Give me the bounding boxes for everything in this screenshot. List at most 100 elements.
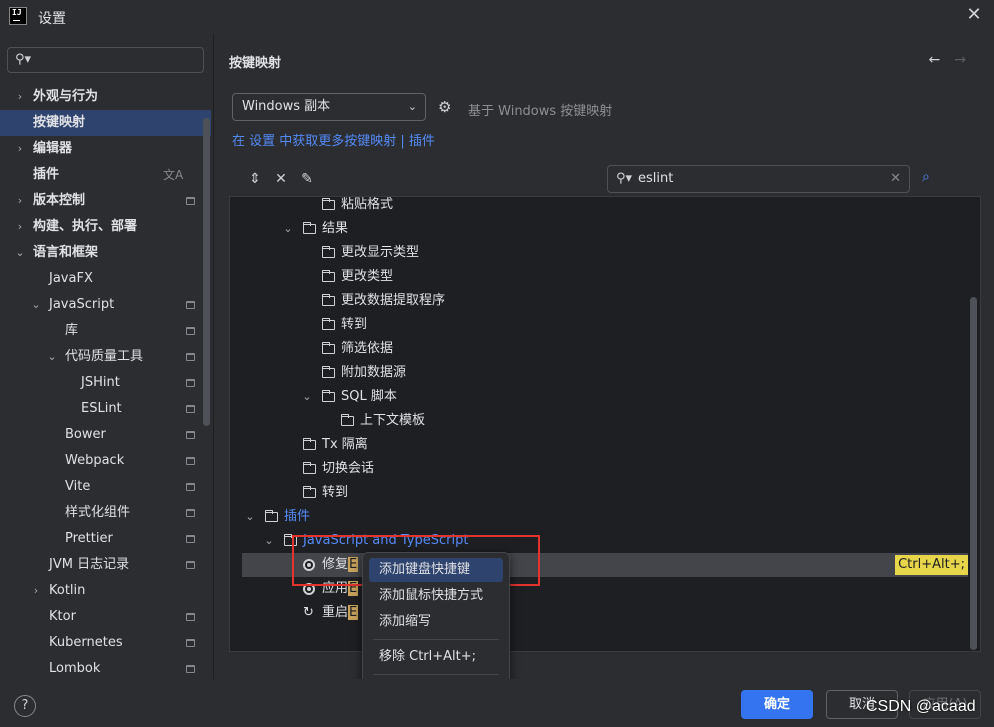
- action-tree-row[interactable]: 更改数据提取程序: [230, 289, 970, 313]
- keymap-filter-input[interactable]: ⚲▾ eslint ✕: [607, 165, 910, 193]
- get-more-keymaps-link[interactable]: 在 设置 中获取更多按键映射 | 插件: [232, 130, 435, 149]
- chevron-right-icon[interactable]: ›: [30, 578, 42, 604]
- settings-search-input[interactable]: ⚲▾: [7, 47, 204, 73]
- collapse-all-icon[interactable]: ✕: [268, 171, 294, 187]
- project-scope-icon: [186, 483, 195, 491]
- chevron-down-icon[interactable]: ⌄: [282, 217, 294, 241]
- sidebar-item[interactable]: JSHint: [0, 370, 211, 396]
- action-tree-row[interactable]: 更改类型: [230, 265, 970, 289]
- search-icon: ⚲▾: [616, 171, 633, 186]
- action-tree-row[interactable]: 转到: [230, 481, 970, 505]
- sidebar-item[interactable]: Bower: [0, 422, 211, 448]
- sidebar-item[interactable]: 按键映射: [0, 110, 211, 136]
- project-scope-icon: [186, 301, 195, 309]
- chevron-down-icon[interactable]: ⌄: [301, 385, 313, 409]
- action-tree-row[interactable]: ⌄ 结果: [230, 217, 970, 241]
- action-tree-row[interactable]: 更改显示类型: [230, 241, 970, 265]
- find-by-shortcut-icon[interactable]: ⌕: [922, 169, 930, 185]
- action-label-text: 切换会话: [322, 461, 375, 476]
- action-tree-row[interactable]: 上下文模板: [230, 409, 970, 433]
- chevron-down-icon[interactable]: ⌄: [46, 344, 58, 370]
- sidebar-item[interactable]: Ktor: [0, 604, 211, 630]
- action-label-text: 转到: [341, 317, 368, 332]
- action-tree-row[interactable]: ⌄ SQL 脚本: [230, 385, 970, 409]
- expand-all-icon[interactable]: ⇕: [242, 171, 268, 187]
- restart-icon: ↻: [303, 605, 314, 620]
- keymap-value: Windows 副本: [242, 99, 331, 114]
- chevron-right-icon[interactable]: ›: [14, 188, 26, 214]
- actions-scrollbar[interactable]: [970, 297, 977, 650]
- folder-icon: [303, 462, 316, 474]
- chevron-down-icon[interactable]: ⌄: [14, 240, 26, 266]
- folder-icon: [322, 246, 335, 258]
- action-label: 附加数据源: [341, 361, 406, 385]
- keymap-dropdown[interactable]: Windows 副本 ⌄: [232, 93, 426, 121]
- sidebar-item[interactable]: 插件 文A: [0, 162, 211, 188]
- sidebar-item-label: Bower: [65, 427, 106, 442]
- forward-arrow-icon[interactable]: →: [954, 52, 980, 68]
- sidebar-item-label: 按键映射: [33, 115, 86, 130]
- context-menu-item[interactable]: 移除 Ctrl+Alt+;: [369, 645, 503, 669]
- action-tree-row[interactable]: 转到: [230, 313, 970, 337]
- ok-button[interactable]: 确定: [741, 690, 813, 719]
- search-match-highlight: E: [348, 605, 359, 620]
- back-arrow-icon[interactable]: ←: [929, 52, 955, 68]
- chevron-right-icon[interactable]: ›: [14, 136, 26, 162]
- sidebar-item[interactable]: › Kotlin: [0, 578, 211, 604]
- action-tree-row[interactable]: 附加数据源: [230, 361, 970, 385]
- action-label-text: 更改类型: [341, 269, 394, 284]
- sidebar-item[interactable]: Prettier: [0, 526, 211, 552]
- sidebar-item-label: 外观与行为: [33, 89, 99, 104]
- sidebar-item[interactable]: Lombok: [0, 656, 211, 679]
- sidebar-item[interactable]: › 外观与行为: [0, 84, 211, 110]
- sidebar-item[interactable]: › 编辑器: [0, 136, 211, 162]
- sidebar-item-label: JSHint: [81, 375, 120, 390]
- sidebar-item-label: 版本控制: [33, 193, 86, 208]
- edit-pencil-icon[interactable]: ✎: [294, 171, 320, 187]
- folder-icon: [322, 366, 335, 378]
- action-tree-row[interactable]: 粘贴格式: [230, 197, 970, 217]
- help-button[interactable]: ?: [14, 695, 36, 717]
- chevron-down-icon[interactable]: ⌄: [244, 505, 256, 529]
- project-scope-icon: [186, 431, 195, 439]
- gear-icon[interactable]: ⚙: [438, 98, 451, 116]
- sidebar-item-label: 编辑器: [33, 141, 73, 156]
- action-tree-row[interactable]: 切换会话: [230, 457, 970, 481]
- sidebar-item[interactable]: › 版本控制: [0, 188, 211, 214]
- sidebar-item[interactable]: Vite: [0, 474, 211, 500]
- clear-icon[interactable]: ✕: [890, 166, 901, 192]
- action-label-text: 插件: [284, 509, 311, 524]
- folder-icon: [303, 438, 316, 450]
- sidebar-item[interactable]: 样式化组件: [0, 500, 211, 526]
- sidebar-item-label: Prettier: [65, 531, 113, 546]
- sidebar-item-label: 代码质量工具: [65, 349, 144, 364]
- action-tree-row[interactable]: Tx 隔离: [230, 433, 970, 457]
- chevron-down-icon[interactable]: ⌄: [30, 292, 42, 318]
- action-tree-row[interactable]: 筛选依据: [230, 337, 970, 361]
- chevron-right-icon[interactable]: ›: [14, 84, 26, 110]
- context-menu-item[interactable]: 添加鼠标快捷方式: [369, 584, 503, 608]
- project-scope-icon: [186, 379, 195, 387]
- context-menu-item[interactable]: 添加键盘快捷键: [369, 558, 503, 582]
- sidebar-item[interactable]: Webpack: [0, 448, 211, 474]
- action-tree-row[interactable]: ↻ 重启E: [230, 601, 970, 625]
- sidebar-item[interactable]: Kubernetes: [0, 630, 211, 656]
- sidebar-item[interactable]: ⌄ 语言和框架: [0, 240, 211, 266]
- close-icon[interactable]: ✕: [964, 5, 984, 25]
- sidebar-item[interactable]: JVM 日志记录: [0, 552, 211, 578]
- sidebar-item[interactable]: ⌄ 代码质量工具: [0, 344, 211, 370]
- project-scope-icon: [186, 639, 195, 647]
- menu-separator: [373, 674, 499, 675]
- sidebar-item[interactable]: 库: [0, 318, 211, 344]
- sidebar-item[interactable]: JavaFX: [0, 266, 211, 292]
- sidebar-item[interactable]: › 构建、执行、部署: [0, 214, 211, 240]
- history-nav[interactable]: ←→: [929, 52, 980, 68]
- sidebar-item[interactable]: ESLint: [0, 396, 211, 422]
- sidebar-scrollbar[interactable]: [203, 118, 210, 426]
- folder-icon: [303, 486, 316, 498]
- action-tree-row[interactable]: ⌄ 插件: [230, 505, 970, 529]
- chevron-down-icon[interactable]: ⌄: [263, 529, 275, 553]
- sidebar-item[interactable]: ⌄ JavaScript: [0, 292, 211, 318]
- context-menu-item[interactable]: 添加缩写: [369, 610, 503, 634]
- chevron-right-icon[interactable]: ›: [14, 214, 26, 240]
